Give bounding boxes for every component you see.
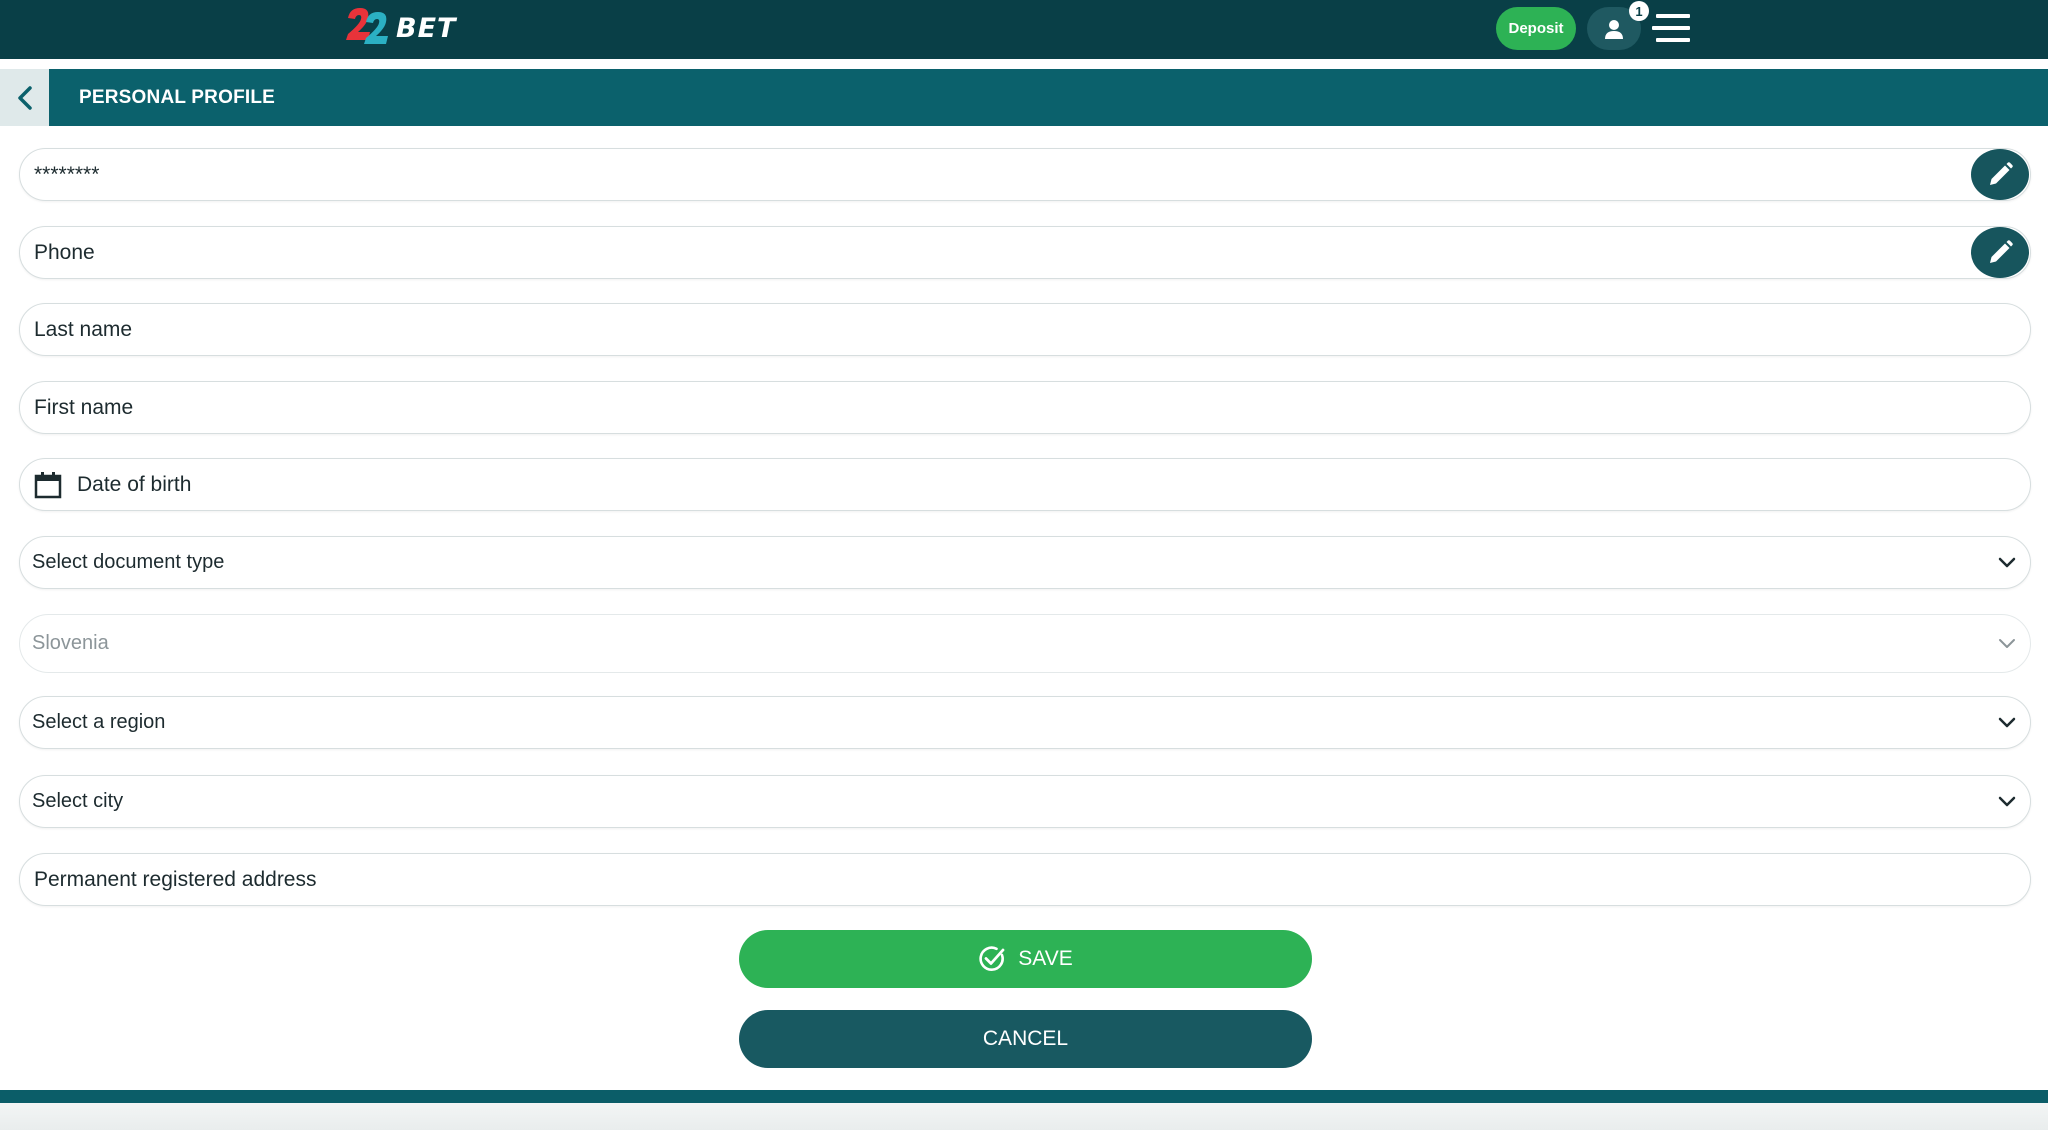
chevron-down-icon [1998,717,2016,727]
calendar-icon [34,471,62,498]
deposit-button[interactable]: Deposit [1496,7,1576,50]
region-select[interactable]: Select a region [19,696,2031,749]
phone-field[interactable]: Phone [19,226,2031,279]
phone-label: Phone [34,240,95,264]
check-circle-icon [979,946,1005,971]
first-name-input[interactable]: First name [19,381,2031,434]
address-placeholder: Permanent registered address [34,867,317,891]
footer-area [0,1103,2048,1130]
hamburger-menu-button[interactable] [1652,12,1692,44]
back-button[interactable] [0,69,49,126]
document-type-select[interactable]: Select document type [19,536,2031,589]
last-name-input[interactable]: Last name [19,303,2031,356]
notification-badge: 1 [1629,1,1649,21]
page-title: PERSONAL PROFILE [79,87,276,108]
chevron-down-icon [1999,638,2015,648]
pencil-icon [1990,161,2013,185]
chevron-down-icon [1998,557,2016,567]
date-of-birth-placeholder: Date of birth [77,472,192,496]
password-field[interactable]: ******** [19,148,2031,201]
city-select[interactable]: Select city [19,775,2031,828]
save-button[interactable]: SAVE [739,930,1312,988]
city-placeholder: Select city [32,790,124,812]
save-label: SAVE [1018,947,1073,970]
edit-password-button[interactable] [1971,149,2029,200]
footer-divider [0,1090,2048,1103]
document-type-placeholder: Select document type [32,551,225,573]
pencil-icon [1990,239,2013,263]
section-header: PERSONAL PROFILE [0,69,2048,126]
logo-icon [346,8,388,44]
region-placeholder: Select a region [32,711,166,733]
site-logo[interactable]: BET [344,4,456,52]
first-name-placeholder: First name [34,395,134,419]
edit-phone-button[interactable] [1971,227,2029,278]
date-of-birth-input[interactable]: Date of birth [19,458,2031,511]
chevron-down-icon [1998,796,2016,806]
last-name-placeholder: Last name [34,317,133,341]
hamburger-menu-icon [1652,14,1690,42]
chevron-left-icon [17,85,32,110]
address-input[interactable]: Permanent registered address [19,853,2031,906]
country-select: Slovenia [19,614,2031,673]
country-value: Slovenia [32,632,109,654]
user-icon [1605,19,1623,39]
top-bar: BET Deposit 1 [0,0,2048,59]
cancel-button[interactable]: CANCEL [739,1010,1312,1068]
password-value: ******** [34,162,100,186]
logo-text: BET [396,12,457,44]
